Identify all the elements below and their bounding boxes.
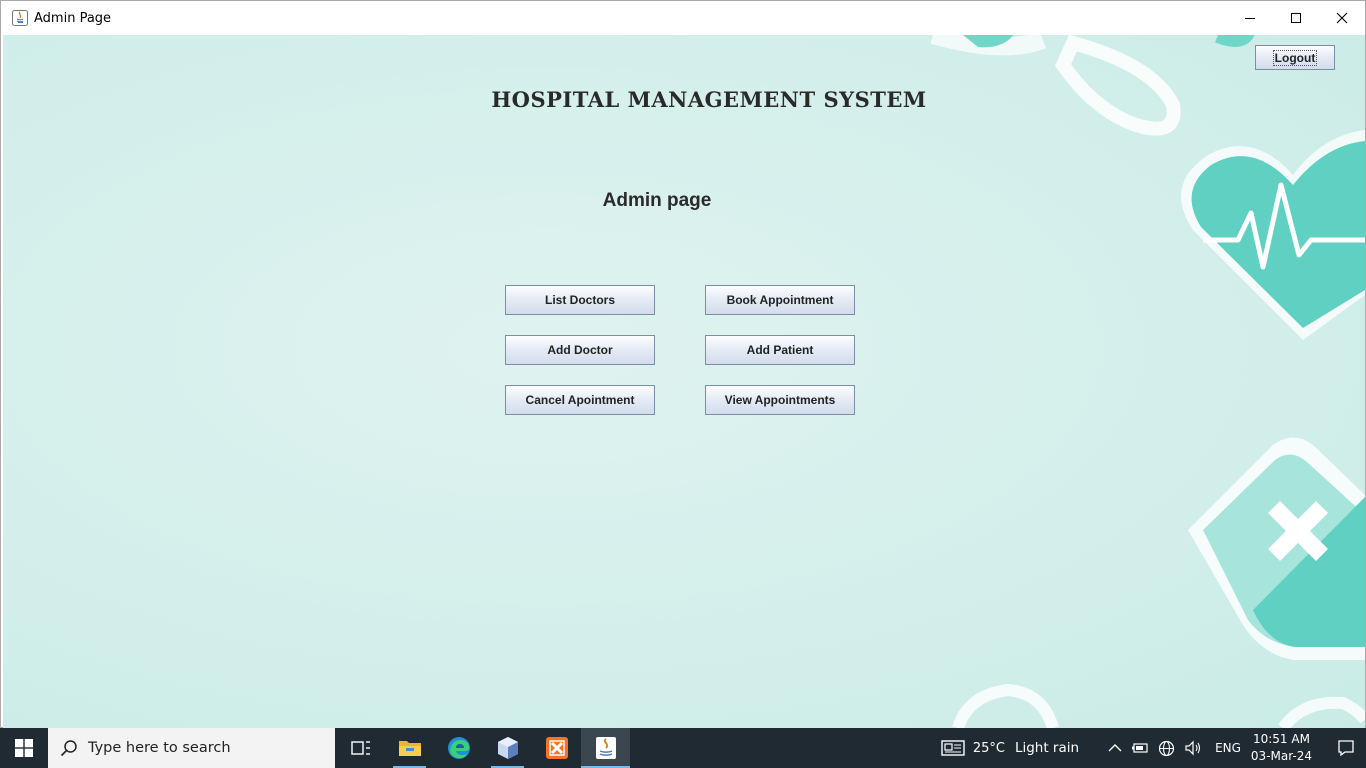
clock-date: 03-Mar-24 <box>1250 749 1312 763</box>
minimize-button[interactable] <box>1227 1 1273 35</box>
battery-button[interactable] <box>1131 741 1149 755</box>
volume-button[interactable] <box>1184 740 1202 756</box>
add-patient-button[interactable]: Add Patient <box>705 335 855 365</box>
network-button[interactable] <box>1158 740 1175 757</box>
file-explorer-button[interactable] <box>385 728 434 768</box>
clock[interactable]: 10:51 AM 03-Mar-24 <box>1251 731 1312 765</box>
list-doctors-button[interactable]: List Doctors <box>505 285 655 315</box>
xampp-icon <box>545 737 568 759</box>
input-language-button[interactable]: ENG <box>1215 741 1241 755</box>
maximize-icon <box>1291 13 1301 23</box>
show-hidden-icons-button[interactable] <box>1108 743 1122 753</box>
taskbar: Type here to search 25°C Light rain ENG … <box>0 728 1366 768</box>
minimize-icon <box>1245 18 1255 19</box>
page-subtitle: Admin page <box>602 190 712 211</box>
medical-background-illustration <box>930 35 1365 728</box>
window-title: Admin Page <box>34 10 112 26</box>
book-appointment-button[interactable]: Book Appointment <box>705 285 855 315</box>
system-tray: 25°C Light rain ENG 10:51 AM 03-Mar-24 <box>941 728 1366 768</box>
notification-center-button[interactable] <box>1326 728 1366 768</box>
weather-temperature: 25°C <box>972 740 1005 756</box>
clock-time: 10:51 AM <box>1252 732 1310 746</box>
edge-browser-button[interactable] <box>434 728 483 768</box>
edge-icon <box>447 737 470 759</box>
search-icon <box>60 740 77 757</box>
battery-icon <box>1132 743 1148 753</box>
close-button[interactable] <box>1319 1 1365 35</box>
title-bar[interactable]: Admin Page <box>1 1 1365 35</box>
taskbar-search-box[interactable]: Type here to search <box>48 728 335 768</box>
chevron-up-icon <box>1108 744 1122 752</box>
task-view-icon <box>350 741 370 755</box>
volume-icon <box>1185 740 1201 756</box>
cancel-appointment-button[interactable]: Cancel Apointment <box>505 385 655 415</box>
java-app-taskbar-button[interactable] <box>581 728 630 768</box>
virtualbox-icon <box>497 737 518 759</box>
notification-icon <box>1338 740 1354 757</box>
maximize-button[interactable] <box>1273 1 1319 35</box>
admin-content-panel: Logout HOSPITAL MANAGEMENT SYSTEM Admin … <box>3 35 1365 728</box>
weather-widget[interactable]: 25°C Light rain <box>941 739 1099 757</box>
file-explorer-icon <box>398 741 421 756</box>
page-title: HOSPITAL MANAGEMENT SYSTEM <box>491 87 927 112</box>
start-button[interactable] <box>0 728 48 768</box>
task-view-button[interactable] <box>336 728 385 768</box>
xampp-button[interactable] <box>532 728 581 768</box>
logout-button[interactable]: Logout <box>1255 45 1335 70</box>
java-app-icon <box>12 10 28 26</box>
close-icon <box>1336 12 1348 24</box>
weather-description: Light rain <box>1014 740 1080 756</box>
news-weather-icon <box>941 740 965 756</box>
java-icon <box>595 737 616 759</box>
logout-label: Logout <box>1272 49 1318 66</box>
network-globe-icon <box>1158 740 1175 756</box>
app-window: Admin Page Logout HOSPITAL MANAGEMENT SY… <box>0 0 1366 728</box>
add-doctor-button[interactable]: Add Doctor <box>505 335 655 365</box>
view-appointments-button[interactable]: View Appointments <box>705 385 855 415</box>
virtualbox-button[interactable] <box>483 728 532 768</box>
windows-logo-icon <box>15 739 33 757</box>
search-placeholder: Type here to search <box>88 740 231 756</box>
